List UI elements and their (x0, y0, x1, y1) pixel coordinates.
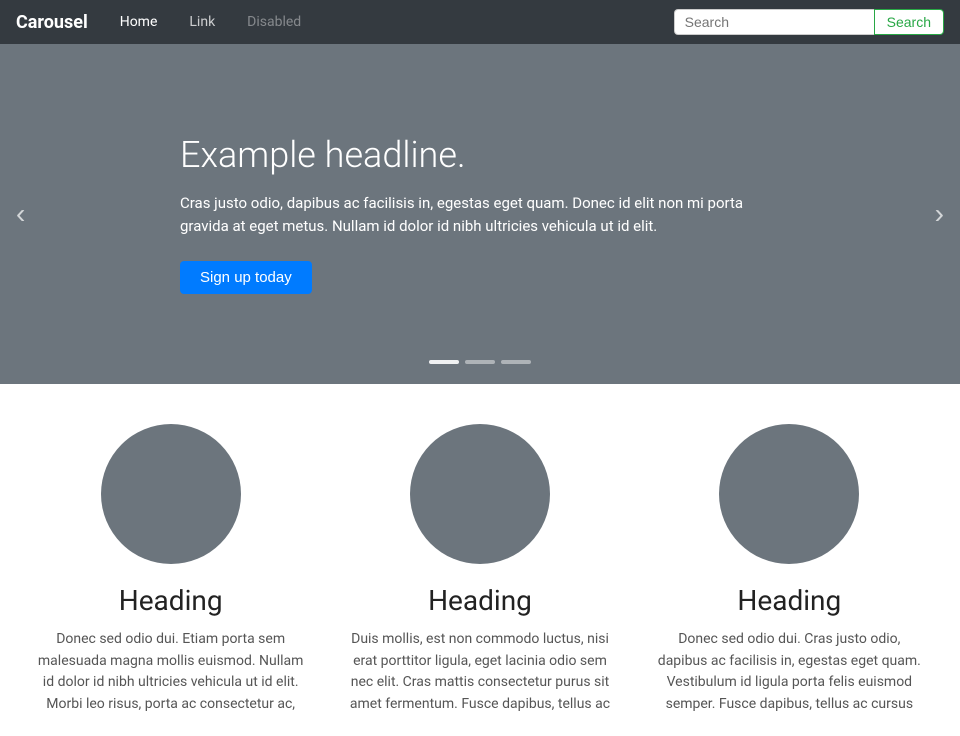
feature-body-3: Donec sed odio dui. Cras justo odio, dap… (655, 629, 924, 716)
navbar-brand[interactable]: Carousel (16, 12, 88, 33)
carousel: ‹ Example headline. Cras justo odio, dap… (0, 44, 960, 384)
nav-link-link[interactable]: Link (181, 10, 223, 34)
feature-body-1: Donec sed odio dui. Etiam porta sem male… (36, 629, 305, 716)
feature-heading-2: Heading (345, 584, 614, 617)
search-form: Search (674, 9, 944, 35)
feature-heading-1: Heading (36, 584, 305, 617)
carousel-prev-button[interactable]: ‹ (0, 190, 41, 238)
carousel-indicators (429, 360, 531, 364)
carousel-indicator-2[interactable] (465, 360, 495, 364)
feature-col-1: Heading Donec sed odio dui. Etiam porta … (16, 424, 325, 716)
feature-col-3: Heading Donec sed odio dui. Cras justo o… (635, 424, 944, 716)
feature-heading-3: Heading (655, 584, 924, 617)
feature-icon-3 (719, 424, 859, 564)
nav-link-home[interactable]: Home (112, 10, 166, 34)
nav-link-disabled: Disabled (239, 10, 309, 34)
carousel-cta-button[interactable]: Sign up today (180, 261, 312, 294)
feature-icon-2 (410, 424, 550, 564)
feature-body-2: Duis mollis, est non commodo luctus, nis… (345, 629, 614, 716)
navbar: Carousel Home Link Disabled Search (0, 0, 960, 44)
feature-icon-1 (101, 424, 241, 564)
carousel-body: Cras justo odio, dapibus ac facilisis in… (180, 192, 780, 237)
search-button[interactable]: Search (874, 9, 944, 35)
feature-col-2: Heading Duis mollis, est non commodo luc… (325, 424, 634, 716)
search-input[interactable] (674, 9, 874, 35)
carousel-slide: Example headline. Cras justo odio, dapib… (100, 134, 860, 294)
carousel-headline: Example headline. (180, 134, 780, 176)
carousel-indicator-3[interactable] (501, 360, 531, 364)
carousel-next-button[interactable]: › (919, 190, 960, 238)
carousel-indicator-1[interactable] (429, 360, 459, 364)
features-section: Heading Donec sed odio dui. Etiam porta … (0, 384, 960, 736)
